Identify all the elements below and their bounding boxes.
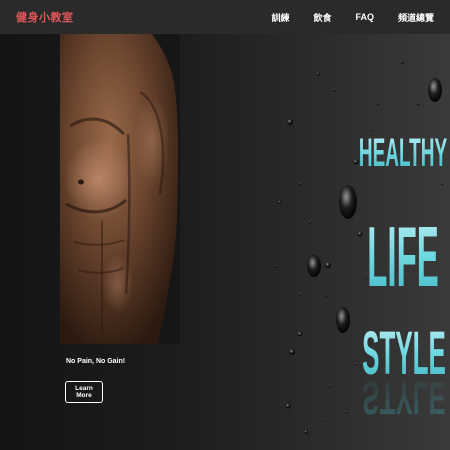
nav-link-training[interactable]: 訓練 (271, 11, 289, 24)
hero-tagline: No Pain, No Gain! (66, 358, 126, 365)
hero-section: HEALTHY LIFE STYLE STYLE No Pain, No Gai… (0, 34, 450, 450)
headline-style-reflection: STYLE (362, 371, 446, 423)
nav-link-diet[interactable]: 飲食 (313, 11, 331, 24)
headline-healthy: HEALTHY (359, 130, 447, 175)
nav-link-faq[interactable]: FAQ (355, 12, 374, 22)
learn-more-button[interactable]: Learn More (65, 381, 103, 403)
page: 健身小教室 訓練 飲食 FAQ 頻道總覽 HEALTHY LIFE STYLE … (0, 0, 450, 450)
nav-link-channels[interactable]: 頻道總覽 (398, 11, 434, 24)
navbar: 健身小教室 訓練 飲食 FAQ 頻道總覽 (0, 0, 450, 34)
brand-logo[interactable]: 健身小教室 (16, 9, 74, 25)
nav-links: 訓練 飲食 FAQ 頻道總覽 (271, 11, 434, 24)
headline-life: LIFE (367, 208, 438, 304)
